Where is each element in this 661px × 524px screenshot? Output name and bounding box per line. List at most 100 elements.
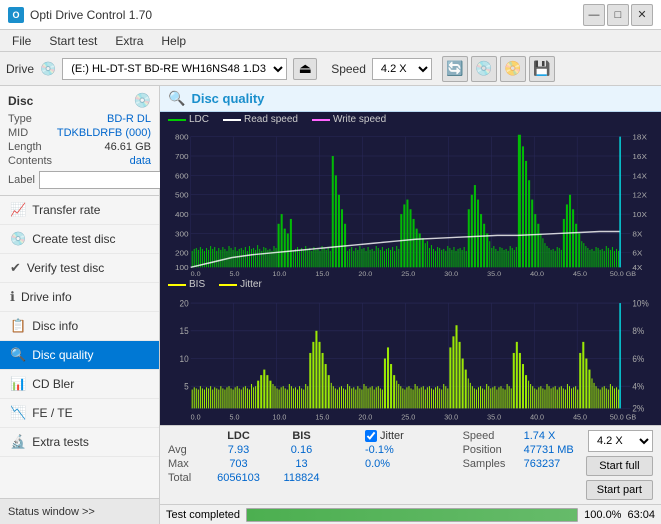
svg-text:6%: 6% xyxy=(632,354,644,364)
svg-text:12X: 12X xyxy=(632,191,647,200)
speed-stat-value: 1.74 X xyxy=(524,430,556,442)
disc-read-button[interactable]: 💿 xyxy=(471,56,497,82)
svg-text:25.0: 25.0 xyxy=(401,412,415,421)
avg-jitter: -0.1% xyxy=(365,444,394,456)
stats-empty-header xyxy=(168,430,203,442)
menu-start-test[interactable]: Start test xyxy=(41,32,105,50)
sidebar-item-label: Disc info xyxy=(32,319,78,333)
start-part-button[interactable]: Start part xyxy=(586,480,653,500)
refresh-button[interactable]: 🔄 xyxy=(442,56,468,82)
svg-text:10: 10 xyxy=(180,354,189,364)
svg-text:600: 600 xyxy=(175,171,189,180)
write-speed-legend-color xyxy=(312,119,330,121)
transfer-rate-icon: 📈 xyxy=(10,202,26,218)
sidebar-item-disc-quality[interactable]: 🔍 Disc quality xyxy=(0,341,159,370)
toolbar: Drive 💿 (E:) HL-DT-ST BD-RE WH16NS48 1.D… xyxy=(0,52,661,86)
svg-text:10.0: 10.0 xyxy=(272,271,286,277)
samples-stat-label: Samples xyxy=(463,458,518,470)
menu-file[interactable]: File xyxy=(4,32,39,50)
minimize-button[interactable]: — xyxy=(583,4,605,26)
svg-text:30.0: 30.0 xyxy=(444,271,458,277)
menu-help[interactable]: Help xyxy=(153,32,194,50)
sidebar-item-label: Disc quality xyxy=(32,348,93,362)
top-chart: 800 700 600 500 400 300 200 100 18X 16X … xyxy=(160,127,661,277)
start-full-button[interactable]: Start full xyxy=(586,456,653,476)
svg-text:20: 20 xyxy=(180,298,189,308)
main-content: Disc 💿 Type BD-R DL MID TDKBLDRFB (000) … xyxy=(0,86,661,524)
eject-button[interactable]: ⏏ xyxy=(293,58,317,80)
bottom-chart-svg: 20 15 10 5 10% 8% 6% 4% 2% 0.0 5.0 10.0 xyxy=(160,292,661,425)
sidebar-item-extra-tests[interactable]: 🔬 Extra tests xyxy=(0,428,159,457)
svg-text:15.0: 15.0 xyxy=(315,271,329,277)
toolbar-action-buttons: 🔄 💿 📀 💾 xyxy=(442,56,555,82)
sidebar-item-transfer-rate[interactable]: 📈 Transfer rate xyxy=(0,196,159,225)
status-text: Test completed xyxy=(166,509,240,521)
window-controls: — □ ✕ xyxy=(583,4,653,26)
svg-text:10%: 10% xyxy=(632,298,649,308)
svg-text:18X: 18X xyxy=(632,133,647,142)
sidebar-item-label: Transfer rate xyxy=(32,203,100,217)
svg-text:700: 700 xyxy=(175,152,189,161)
read-speed-legend-color xyxy=(223,119,241,121)
maximize-button[interactable]: □ xyxy=(607,4,629,26)
sidebar-item-cd-bler[interactable]: 📊 CD Bler xyxy=(0,370,159,399)
sidebar-item-create-test-disc[interactable]: 💿 Create test disc xyxy=(0,225,159,254)
write-speed-legend-label: Write speed xyxy=(333,114,386,125)
sidebar-item-verify-test-disc[interactable]: ✔ Verify test disc xyxy=(0,254,159,283)
svg-text:20.0: 20.0 xyxy=(358,412,372,421)
bis-column-header: BIS xyxy=(274,430,329,442)
speed-position-section: Speed 1.74 X Position 47731 MB Samples 7… xyxy=(463,430,574,472)
cd-bler-icon: 📊 xyxy=(10,376,26,392)
sidebar-item-drive-info[interactable]: ℹ Drive info xyxy=(0,283,159,312)
max-jitter: 0.0% xyxy=(365,458,390,470)
contents-label: Contents xyxy=(8,155,52,167)
progress-bar-container xyxy=(246,508,578,522)
sidebar: Disc 💿 Type BD-R DL MID TDKBLDRFB (000) … xyxy=(0,86,160,524)
svg-text:50.0 GB: 50.0 GB xyxy=(610,412,636,421)
sidebar-item-fe-te[interactable]: 📉 FE / TE xyxy=(0,399,159,428)
svg-text:0.0: 0.0 xyxy=(191,271,201,277)
disc-write-button[interactable]: 📀 xyxy=(500,56,526,82)
verify-disc-icon: ✔ xyxy=(10,260,21,276)
fe-te-icon: 📉 xyxy=(10,405,26,421)
type-value: BD-R DL xyxy=(107,113,151,125)
length-label: Length xyxy=(8,141,42,153)
menu-bar: File Start test Extra Help xyxy=(0,30,661,52)
title-bar: O Opti Drive Control 1.70 — □ ✕ xyxy=(0,0,661,30)
read-speed-legend-label: Read speed xyxy=(244,114,298,125)
position-stat-value: 47731 MB xyxy=(524,444,574,456)
status-window-button[interactable]: Status window >> xyxy=(0,498,159,524)
save-button[interactable]: 💾 xyxy=(529,56,555,82)
svg-text:200: 200 xyxy=(175,249,189,258)
drive-info-icon: ℹ xyxy=(10,289,15,305)
speed-dropdown[interactable]: 4.2 X xyxy=(588,430,653,452)
jitter-checkbox[interactable] xyxy=(365,430,377,442)
bottom-chart: 20 15 10 5 10% 8% 6% 4% 2% 0.0 5.0 10.0 xyxy=(160,292,661,425)
total-ldc: 6056103 xyxy=(211,472,266,484)
drive-select[interactable]: (E:) HL-DT-ST BD-RE WH16NS48 1.D3 xyxy=(62,58,287,80)
disc-quality-icon: 🔍 xyxy=(10,347,26,363)
max-label: Max xyxy=(168,458,203,470)
samples-stat-value: 763237 xyxy=(524,458,561,470)
sidebar-item-label: Create test disc xyxy=(32,232,115,246)
close-button[interactable]: ✕ xyxy=(631,4,653,26)
total-label: Total xyxy=(168,472,203,484)
top-chart-legend: LDC Read speed Write speed xyxy=(160,112,661,127)
svg-text:45.0: 45.0 xyxy=(573,412,587,421)
menu-extra[interactable]: Extra xyxy=(107,32,151,50)
speed-label: Speed xyxy=(331,62,366,76)
content-area: 🔍 Disc quality LDC Read speed Write spee… xyxy=(160,86,661,524)
avg-label: Avg xyxy=(168,444,203,456)
drive-label: Drive xyxy=(6,62,34,76)
svg-text:5: 5 xyxy=(184,381,189,391)
elapsed-time: 63:04 xyxy=(627,509,655,521)
sidebar-item-disc-info[interactable]: 📋 Disc info xyxy=(0,312,159,341)
svg-text:300: 300 xyxy=(175,230,189,239)
sidebar-item-label: FE / TE xyxy=(32,406,72,420)
nav-items: 📈 Transfer rate 💿 Create test disc ✔ Ver… xyxy=(0,196,159,498)
svg-text:500: 500 xyxy=(175,191,189,200)
speed-select[interactable]: 4.2 X xyxy=(372,58,432,80)
svg-text:5.0: 5.0 xyxy=(230,271,240,277)
progress-bar-fill xyxy=(247,509,577,521)
svg-text:25.0: 25.0 xyxy=(401,271,415,277)
